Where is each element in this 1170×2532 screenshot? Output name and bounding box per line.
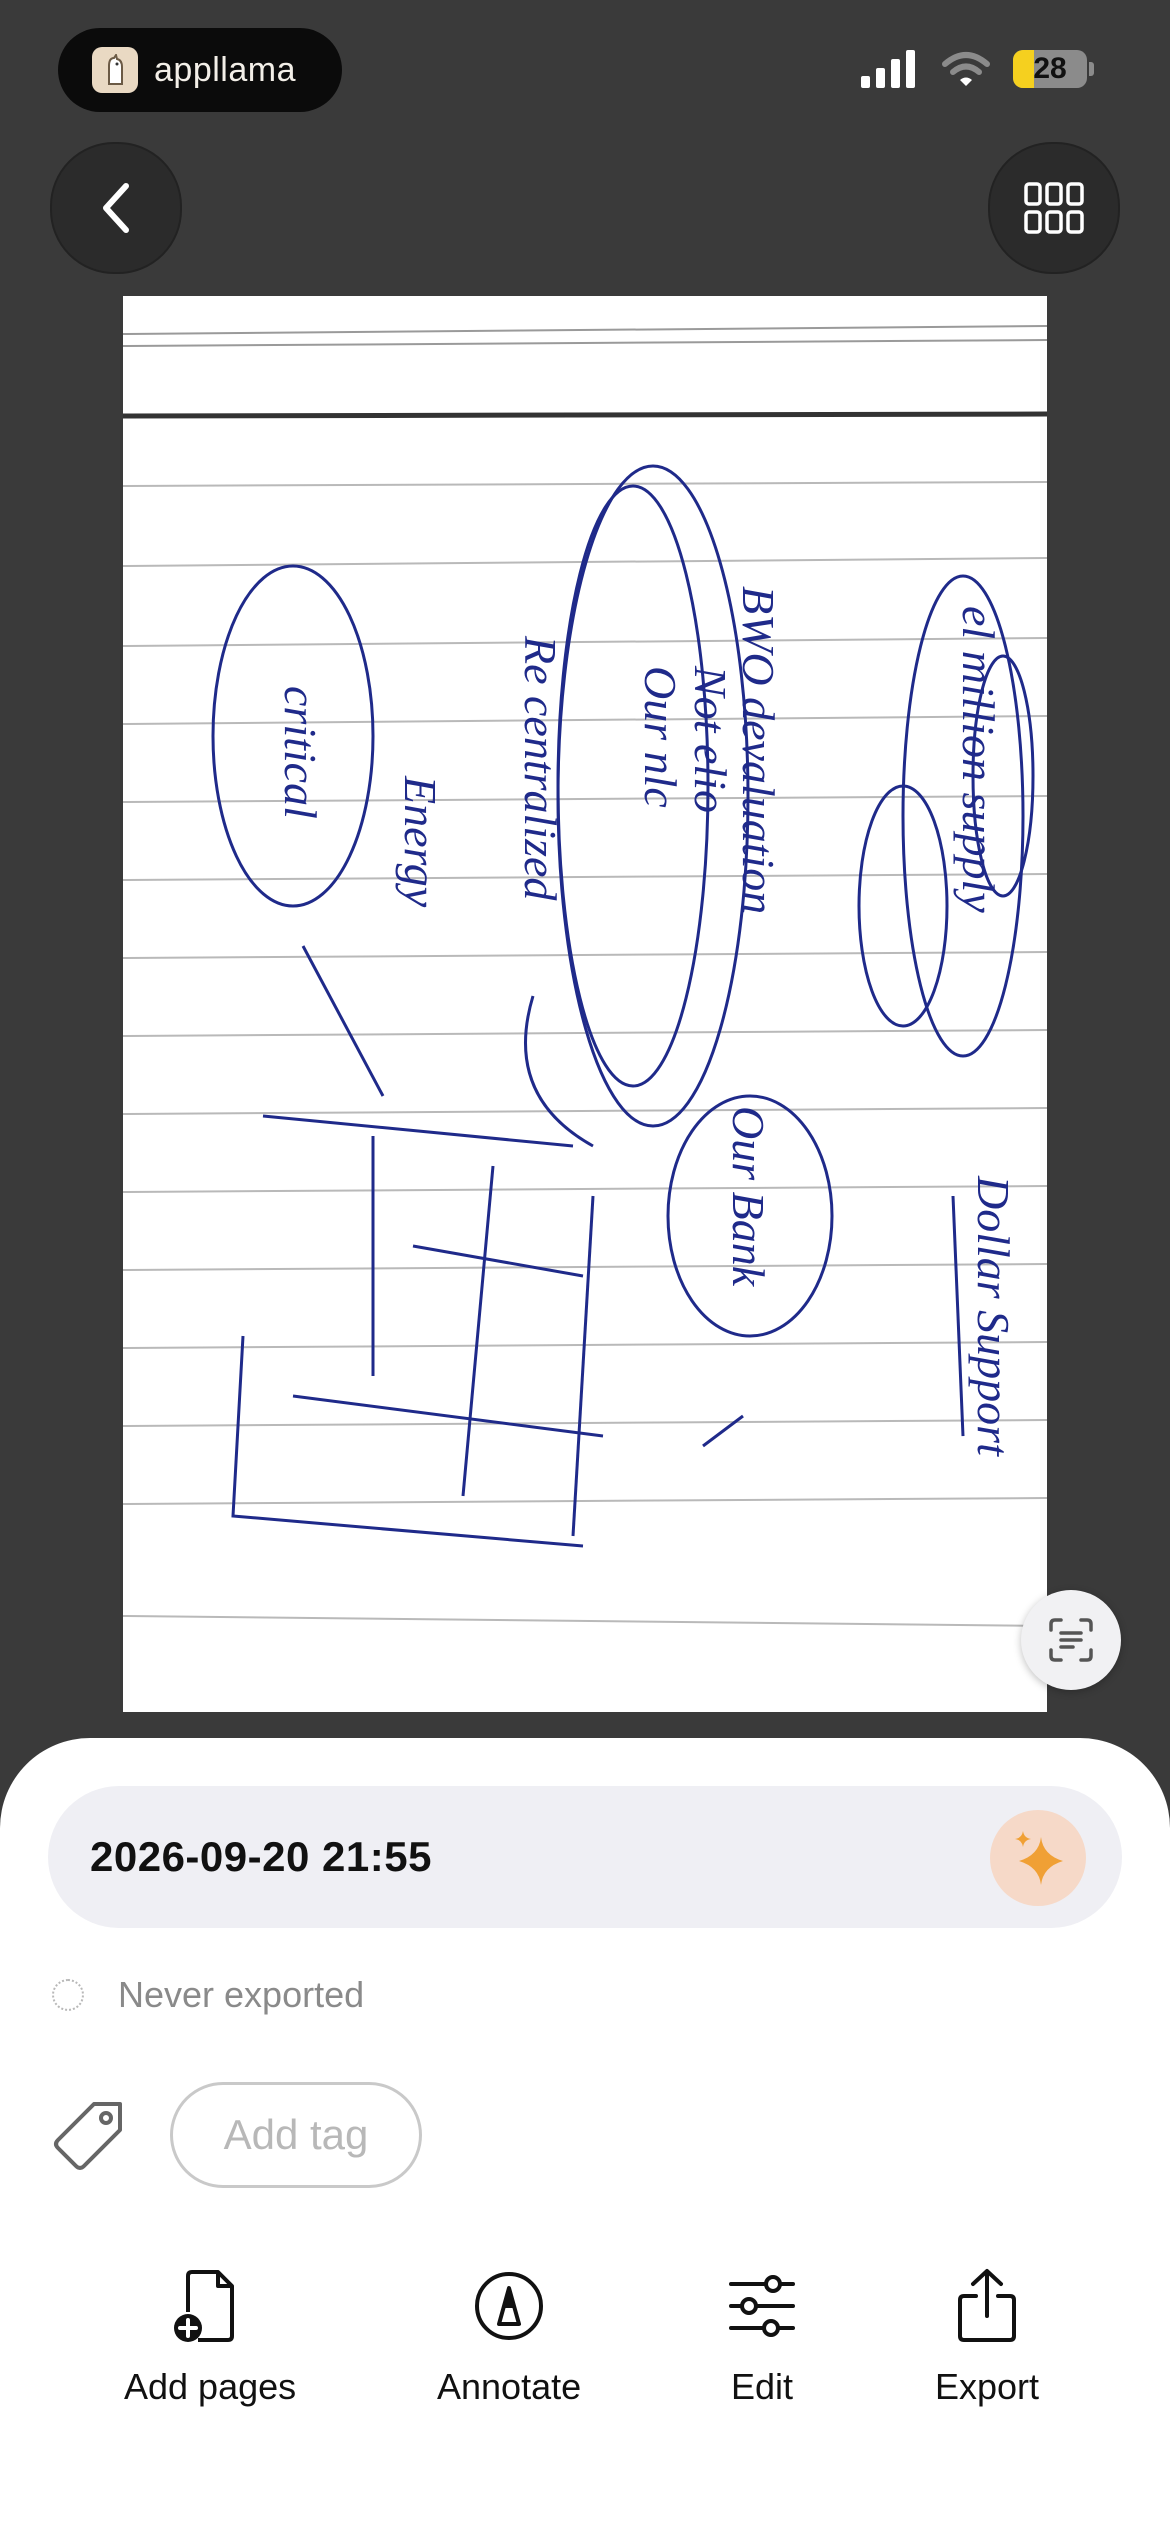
handwriting-line: Our Bank xyxy=(723,1106,774,1288)
handwriting-line: critical xyxy=(275,686,326,819)
battery-tip xyxy=(1089,62,1094,76)
pages-grid-button[interactable] xyxy=(988,142,1120,274)
tag-icon xyxy=(54,2102,122,2170)
battery-fill xyxy=(1013,50,1034,88)
handwriting-line: Our nlc xyxy=(635,666,686,808)
export-status-dot xyxy=(52,1979,84,2011)
add-page-icon xyxy=(174,2270,235,2342)
llama-logo-icon xyxy=(92,47,138,93)
text-recognition-button[interactable] xyxy=(1021,1590,1121,1690)
sliders-icon xyxy=(729,2275,795,2337)
notebook-page-image: el million supply BWO devaluation Not el… xyxy=(123,325,1047,1627)
add-tag-button[interactable]: Add tag xyxy=(170,2082,422,2188)
share-icon xyxy=(958,2269,1017,2342)
signal-icon xyxy=(861,50,915,88)
wifi-icon xyxy=(942,52,990,86)
annotate-label: Annotate xyxy=(437,2366,582,2407)
handwriting-line: Energy xyxy=(395,775,446,908)
status-icons: 28 xyxy=(861,50,1094,88)
add-pages-button[interactable]: Add pages xyxy=(124,2268,296,2408)
tag-row: Add tag xyxy=(50,2082,422,2188)
document-title-field[interactable]: 2026-09-20 21:55 xyxy=(48,1786,1122,1928)
handwriting-line: Dollar Support xyxy=(968,1175,1019,1457)
annotate-icon xyxy=(475,2272,544,2340)
document-title: 2026-09-20 21:55 xyxy=(90,1833,432,1880)
export-label: Export xyxy=(935,2366,1040,2407)
sparkle-icon xyxy=(1015,1831,1063,1885)
back-icon xyxy=(103,183,129,233)
add-pages-label: Add pages xyxy=(124,2366,297,2407)
annotate-button[interactable]: Annotate xyxy=(437,2268,581,2408)
export-button[interactable]: Export xyxy=(935,2268,1039,2408)
handwriting-line: BWO devaluation xyxy=(733,586,784,914)
export-status-text: Never exported xyxy=(118,1974,365,2015)
scanned-page[interactable]: el million supply BWO devaluation Not el… xyxy=(123,296,1047,1712)
handwriting-line: el million supply xyxy=(953,606,1004,913)
edit-button[interactable]: Edit xyxy=(727,2268,797,2408)
ai-rename-button[interactable] xyxy=(990,1810,1086,1906)
battery-level: 28 xyxy=(1033,52,1067,85)
app-name: appllama xyxy=(154,50,296,89)
scan-text-icon xyxy=(1049,1618,1093,1662)
export-status: Never exported xyxy=(52,1974,364,2016)
app-pill[interactable]: appllama xyxy=(58,28,342,112)
battery-indicator: 28 xyxy=(1013,50,1087,88)
details-sheet: 2026-09-20 21:55 Never exported Add tag xyxy=(0,1738,1170,2532)
back-button[interactable] xyxy=(50,142,182,274)
handwriting-line: Not elio xyxy=(685,665,736,813)
handwriting-line: Re centralized xyxy=(515,635,566,901)
edit-label: Edit xyxy=(730,2366,794,2407)
grid-icon xyxy=(1024,182,1084,234)
